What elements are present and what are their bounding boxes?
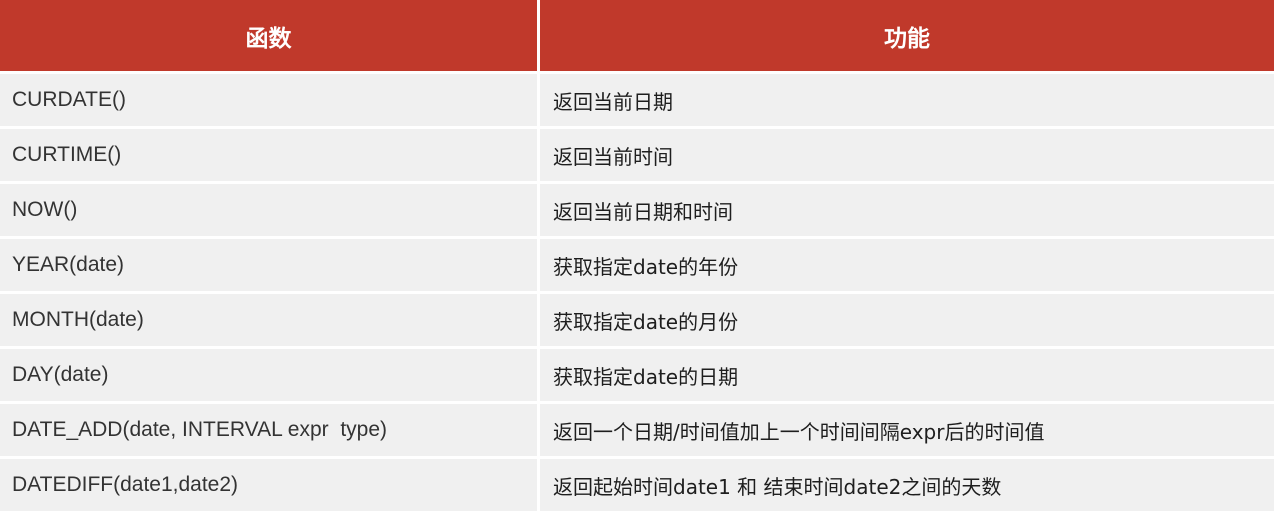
table-row: DAY(date) 获取指定date的日期 xyxy=(0,349,1274,404)
function-cell: NOW() xyxy=(0,184,540,239)
table-header: 函数 功能 xyxy=(0,0,1274,74)
header-description: 功能 xyxy=(540,0,1274,74)
function-table-container: 函数 功能 CURDATE() 返回当前日期 CURTIME() 返回当前时间 … xyxy=(0,0,1274,514)
function-cell: MONTH(date) xyxy=(0,294,540,349)
header-function: 函数 xyxy=(0,0,540,74)
table-row: MONTH(date) 获取指定date的月份 xyxy=(0,294,1274,349)
description-cell: 获取指定date的月份 xyxy=(540,294,1274,349)
header-row: 函数 功能 xyxy=(0,0,1274,74)
function-cell: YEAR(date) xyxy=(0,239,540,294)
function-cell: DAY(date) xyxy=(0,349,540,404)
date-function-table: 函数 功能 CURDATE() 返回当前日期 CURTIME() 返回当前时间 … xyxy=(0,0,1274,514)
function-cell: CURTIME() xyxy=(0,129,540,184)
table-row: CURTIME() 返回当前时间 xyxy=(0,129,1274,184)
description-cell: 返回起始时间date1 和 结束时间date2之间的天数 xyxy=(540,459,1274,514)
function-cell: CURDATE() xyxy=(0,74,540,129)
function-cell: DATEDIFF(date1,date2) xyxy=(0,459,540,514)
description-cell: 获取指定date的年份 xyxy=(540,239,1274,294)
table-row: CURDATE() 返回当前日期 xyxy=(0,74,1274,129)
table-body: CURDATE() 返回当前日期 CURTIME() 返回当前时间 NOW() … xyxy=(0,74,1274,514)
description-cell: 返回当前日期 xyxy=(540,74,1274,129)
description-cell: 返回一个日期/时间值加上一个时间间隔expr后的时间值 xyxy=(540,404,1274,459)
table-row: NOW() 返回当前日期和时间 xyxy=(0,184,1274,239)
description-cell: 返回当前时间 xyxy=(540,129,1274,184)
table-row: DATE_ADD(date, INTERVAL expr type) 返回一个日… xyxy=(0,404,1274,459)
description-cell: 返回当前日期和时间 xyxy=(540,184,1274,239)
description-cell: 获取指定date的日期 xyxy=(540,349,1274,404)
table-row: YEAR(date) 获取指定date的年份 xyxy=(0,239,1274,294)
table-row: DATEDIFF(date1,date2) 返回起始时间date1 和 结束时间… xyxy=(0,459,1274,514)
function-cell: DATE_ADD(date, INTERVAL expr type) xyxy=(0,404,540,459)
